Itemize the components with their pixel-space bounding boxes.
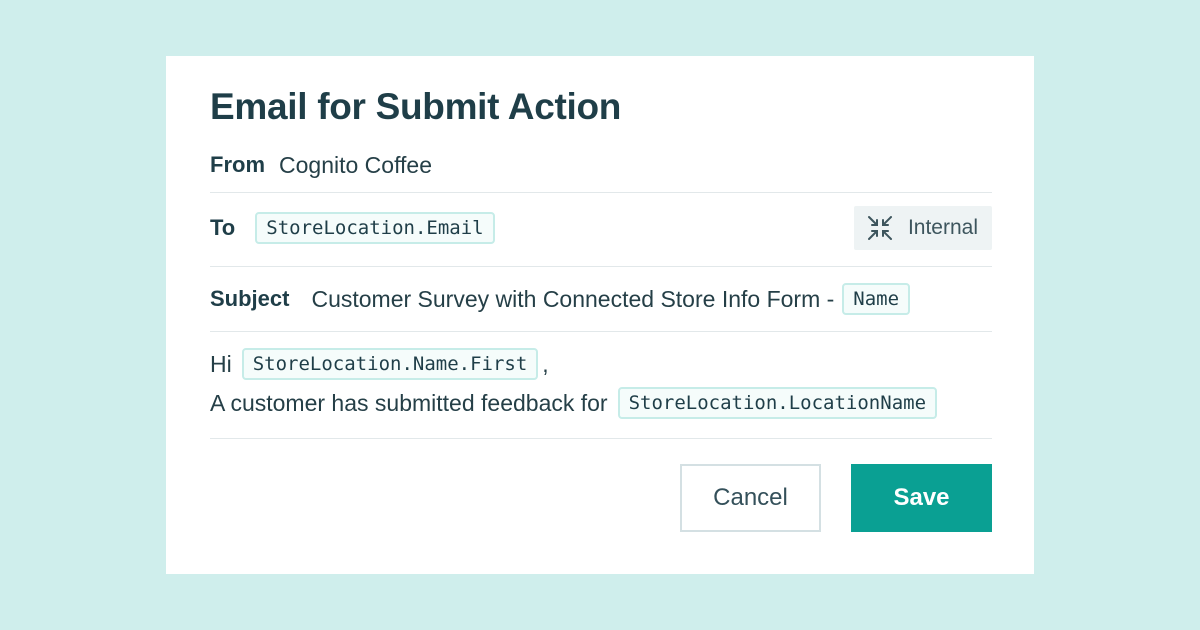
body-comma: ,	[542, 350, 549, 377]
body-line-1: Hi StoreLocation.Name.First ,	[210, 346, 992, 382]
divider	[210, 266, 992, 267]
from-row: From Cognito Coffee	[210, 148, 992, 182]
body-first-name-token[interactable]: StoreLocation.Name.First	[241, 348, 539, 380]
save-button[interactable]: Save	[851, 464, 992, 532]
divider	[210, 331, 992, 332]
subject-text[interactable]: Customer Survey with Connected Store Inf…	[311, 286, 834, 313]
to-field-token[interactable]: StoreLocation.Email	[255, 212, 495, 244]
divider	[210, 192, 992, 193]
email-dialog: Email for Submit Action From Cognito Cof…	[166, 56, 1034, 574]
subject-name-token[interactable]: Name	[842, 283, 911, 315]
body-location-token[interactable]: StoreLocation.LocationName	[617, 387, 938, 419]
from-label: From	[210, 152, 265, 177]
internal-toggle[interactable]: Internal	[853, 206, 992, 250]
dialog-title: Email for Submit Action	[210, 86, 622, 127]
subject-label: Subject	[210, 286, 290, 311]
body-line-2: A customer has submitted feedback for St…	[210, 385, 992, 421]
body-greeting[interactable]: Hi	[210, 351, 232, 378]
subject-row: Subject Customer Survey with Connected S…	[210, 282, 992, 316]
internal-label: Internal	[907, 216, 978, 239]
cancel-button[interactable]: Cancel	[680, 464, 821, 532]
internal-icon	[867, 216, 892, 240]
to-label: To	[210, 215, 236, 240]
body-feedback-text[interactable]: A customer has submitted feedback for	[210, 390, 608, 417]
to-row: To StoreLocation.Email Internal	[210, 206, 992, 250]
divider	[210, 438, 992, 439]
from-value[interactable]: Cognito Coffee	[279, 152, 432, 179]
